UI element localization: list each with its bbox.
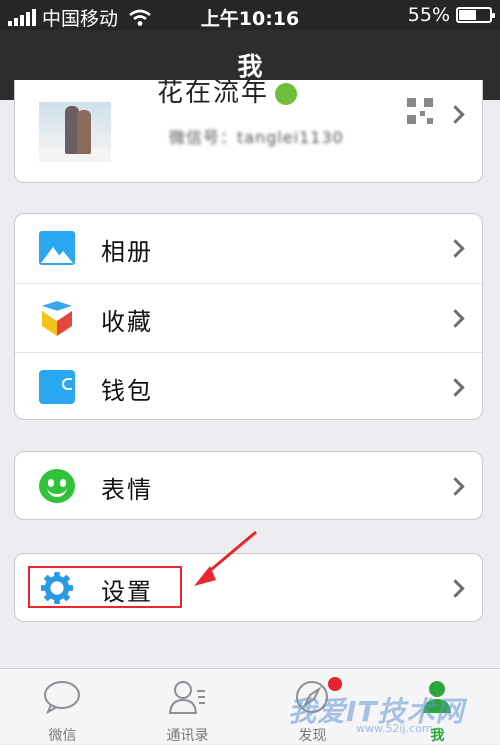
menu-item-label: 表情 — [101, 476, 153, 504]
status-emoji-icon — [275, 82, 298, 105]
notification-badge — [328, 677, 342, 691]
battery-fill — [459, 10, 476, 20]
battery-percent: 55% — [407, 4, 450, 26]
qr-code-icon[interactable] — [407, 98, 433, 124]
tab-chats[interactable]: 微信 — [0, 669, 125, 745]
profile-name-row: 花在流年 — [157, 80, 298, 109]
chevron-right-icon — [446, 378, 465, 397]
tab-contacts[interactable]: 通讯录 — [125, 669, 250, 745]
page-title: 我 — [237, 52, 263, 81]
menu-group-1: 相册 收藏 钱包 — [14, 213, 483, 420]
avatar[interactable] — [39, 102, 111, 162]
contacts-icon — [168, 681, 205, 714]
tab-label: 通讯录 — [166, 728, 209, 744]
album-icon — [39, 231, 75, 265]
menu-item-wallet[interactable]: 钱包 — [15, 352, 482, 419]
watermark-url: www.52ij.com — [356, 722, 433, 735]
favorites-icon — [39, 301, 75, 336]
menu-item-emoji[interactable]: 表情 — [15, 452, 482, 519]
menu-item-album[interactable]: 相册 — [15, 214, 482, 282]
chevron-right-icon — [446, 105, 465, 124]
wechat-id: 微信号：tanglei1130 — [169, 128, 344, 147]
chevron-right-icon — [446, 477, 465, 496]
chat-bubble-icon — [44, 681, 80, 715]
highlight-box — [28, 566, 182, 608]
menu-item-label: 钱包 — [101, 377, 153, 405]
battery-icon — [456, 7, 495, 23]
menu-group-2: 表情 — [14, 451, 483, 520]
status-bar: 中国移动 上午10:16 55% — [0, 0, 500, 30]
chevron-right-icon — [446, 579, 465, 598]
menu-item-label: 相册 — [101, 238, 153, 266]
emoji-icon — [39, 469, 75, 503]
menu-item-favorites[interactable]: 收藏 — [15, 283, 482, 352]
battery-group: 55% — [407, 4, 495, 26]
menu-item-label: 收藏 — [101, 308, 153, 336]
chevron-right-icon — [446, 309, 465, 328]
chevron-right-icon — [446, 239, 465, 258]
wallet-icon — [39, 370, 75, 404]
tab-label: 微信 — [48, 728, 77, 744]
profile-name: 花在流年 — [157, 80, 270, 108]
profile-card[interactable]: 花在流年 微信号：tanglei1130 — [14, 80, 483, 183]
